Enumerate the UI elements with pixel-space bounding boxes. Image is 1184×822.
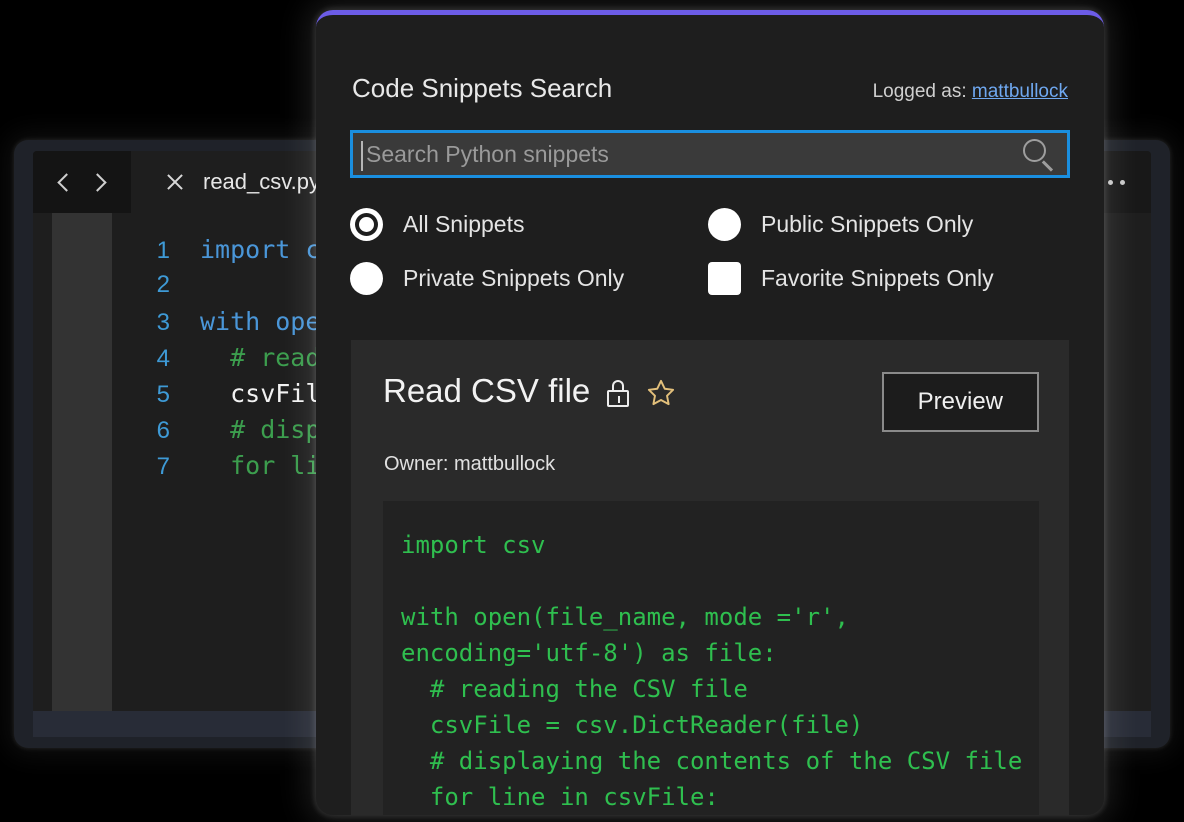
dot xyxy=(1108,179,1113,185)
close-icon[interactable] xyxy=(165,172,185,192)
search-icon-ring xyxy=(1023,139,1046,162)
line-number: 1 xyxy=(156,237,170,264)
code-line: for line in csvFile: xyxy=(401,783,719,811)
editor-tab-label: read_csv.py xyxy=(203,169,320,194)
logged-as-label: Logged as: xyxy=(872,81,967,102)
search-input[interactable] xyxy=(353,140,1011,168)
activity-bar xyxy=(33,213,52,737)
line-text: import c xyxy=(200,235,321,264)
chevron-left-icon[interactable] xyxy=(57,172,76,192)
preview-button[interactable]: Preview xyxy=(881,372,1039,432)
radio-private-snippets[interactable] xyxy=(350,262,383,295)
line-text: with ope xyxy=(200,307,321,336)
dot xyxy=(1120,179,1125,185)
lock-icon xyxy=(607,379,630,407)
snippet-filter-group: All Snippets Public Snippets Only Privat… xyxy=(350,208,1070,295)
star-icon[interactable] xyxy=(646,378,676,407)
snippet-title: Read CSV file xyxy=(383,372,591,409)
code-line: import csv xyxy=(401,531,546,559)
editor-navigation-buttons xyxy=(33,151,131,213)
code-line: encoding='utf-8') as file: xyxy=(401,639,777,667)
snippet-header: Read CSV file Preview xyxy=(351,340,1069,432)
lock-body xyxy=(607,389,630,407)
search-icon[interactable] xyxy=(1011,131,1067,177)
code-line: with open(file_name, mode ='r', xyxy=(401,603,849,631)
line-text: # disp xyxy=(200,415,321,444)
screen: read_csv.py 1 import c 2 3 with ope 4 # … xyxy=(0,0,1184,822)
line-number: 3 xyxy=(156,309,170,336)
checkbox-favorite-snippets[interactable] xyxy=(708,262,741,295)
code-line: # reading the CSV file xyxy=(401,675,748,703)
dialog-header: Code Snippets Search Logged as: mattbull… xyxy=(316,15,1104,104)
editor-tab-read-csv[interactable]: read_csv.py xyxy=(131,151,342,213)
line-text: for li xyxy=(200,451,321,480)
filter-public-snippets[interactable]: Public Snippets Only xyxy=(708,208,1070,241)
line-text: csvFil xyxy=(200,379,321,408)
text-cursor xyxy=(361,141,363,171)
code-snippets-search-dialog: Code Snippets Search Logged as: mattbull… xyxy=(316,10,1104,815)
snippet-code-block: import csv with open(file_name, mode ='r… xyxy=(383,501,1039,815)
filter-favorite-snippets[interactable]: Favorite Snippets Only xyxy=(708,262,1070,295)
chevron-right-icon[interactable] xyxy=(88,172,107,192)
radio-public-snippets[interactable] xyxy=(708,208,741,241)
editor-side-column xyxy=(52,213,112,737)
snippet-title-row: Read CSV file xyxy=(383,372,676,410)
logged-as-text: Logged as: mattbullock xyxy=(873,81,1068,103)
line-number: 7 xyxy=(156,453,170,480)
logged-as-user-link[interactable]: mattbullock xyxy=(972,81,1068,102)
snippet-owner: Owner: mattbullock xyxy=(384,453,556,475)
radio-all-snippets[interactable] xyxy=(350,208,383,241)
lock-shackle xyxy=(612,379,625,391)
search-icon-handle xyxy=(1042,160,1054,172)
search-field[interactable] xyxy=(350,130,1070,178)
code-line: # displaying the contents of the CSV fil… xyxy=(401,747,1023,775)
line-number: 2 xyxy=(156,271,170,298)
filter-all-snippets[interactable]: All Snippets xyxy=(350,208,708,241)
line-number: 6 xyxy=(156,417,170,444)
line-number: 4 xyxy=(156,345,170,372)
filter-private-snippets[interactable]: Private Snippets Only xyxy=(350,262,708,295)
line-text: # read xyxy=(200,343,321,372)
filter-label: Favorite Snippets Only xyxy=(761,265,994,291)
filter-label: All Snippets xyxy=(403,211,525,237)
snippet-result-card: Read CSV file Preview Owner: mattbullock… xyxy=(351,340,1069,815)
line-number: 5 xyxy=(156,381,170,408)
code-line: csvFile = csv.DictReader(file) xyxy=(401,711,864,739)
filter-label: Public Snippets Only xyxy=(761,211,974,237)
filter-label: Private Snippets Only xyxy=(403,265,625,291)
page-title: Code Snippets Search xyxy=(352,73,613,103)
